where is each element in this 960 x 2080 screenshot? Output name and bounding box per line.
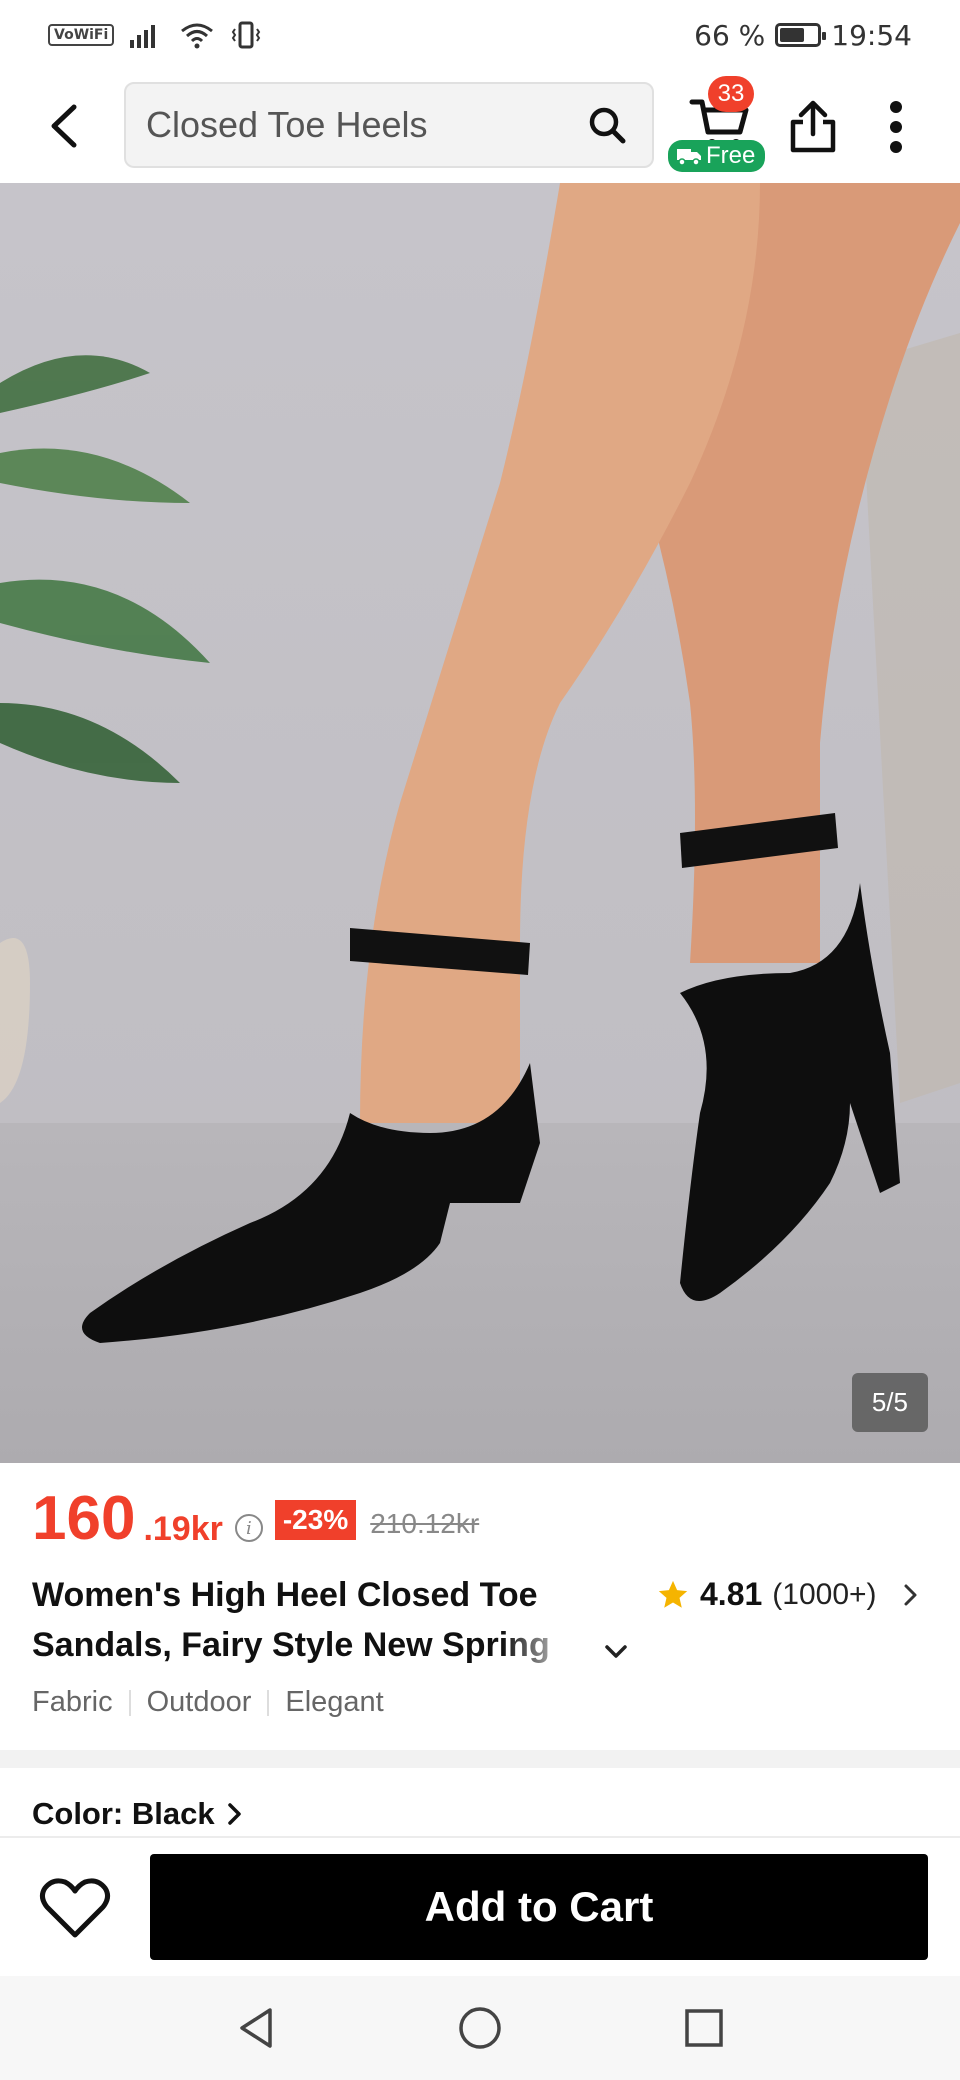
wishlist-button[interactable]	[36, 1870, 114, 1948]
nav-home-icon	[459, 2007, 501, 2049]
cart-count-badge: 33	[708, 76, 754, 112]
bottom-action-bar: Add to Cart	[0, 1836, 960, 1976]
nav-back-button[interactable]	[224, 1996, 288, 2060]
product-tags: Fabric Outdoor Elegant	[32, 1686, 384, 1719]
rating-summary[interactable]: 4.81 (1000+)	[656, 1576, 925, 1613]
search-query: Closed Toe Heels	[146, 104, 428, 145]
add-to-cart-button[interactable]: Add to Cart	[150, 1854, 928, 1960]
free-shipping-tag: Free	[668, 140, 766, 172]
vibrate-icon	[232, 21, 261, 49]
free-shipping-label: Free	[706, 142, 756, 169]
back-arrow-icon	[51, 104, 77, 148]
color-selector[interactable]: Color: Black	[32, 1796, 243, 1832]
star-icon	[658, 1580, 688, 1608]
tag-fabric: Fabric	[32, 1686, 113, 1718]
image-counter: 5/5	[851, 1373, 928, 1432]
nav-home-button[interactable]	[448, 1996, 512, 2060]
rating-count: (1000+)	[772, 1577, 877, 1611]
tag-outdoor: Outdoor	[146, 1686, 252, 1718]
heart-icon	[39, 1878, 111, 1938]
product-image[interactable]: 5/5	[0, 183, 960, 1463]
clock: 19:54	[831, 18, 912, 52]
vowifi-badge: VoWiFi	[48, 24, 115, 46]
discount-badge: -23%	[274, 1500, 357, 1540]
product-title[interactable]: Women's High Heel Closed Toe Sandals, Fa…	[32, 1570, 642, 1684]
search-icon	[589, 107, 626, 144]
title-fade-overlay	[502, 1620, 592, 1670]
signal-icon	[130, 25, 156, 48]
share-icon	[790, 100, 836, 153]
more-options-button[interactable]	[866, 92, 926, 162]
nav-recents-icon	[685, 2009, 723, 2047]
section-divider	[0, 1750, 960, 1768]
cart-button[interactable]: 33 Free	[668, 76, 768, 172]
price-row: 160 .19kr i -23% 210.12kr	[32, 1480, 479, 1550]
price-decimal: .19kr	[143, 1510, 223, 1549]
chevron-right-icon	[904, 1584, 917, 1605]
nav-recents-button[interactable]	[672, 1996, 736, 2060]
color-label: Color: Black	[32, 1796, 215, 1831]
tag-separator	[267, 1689, 270, 1716]
rating-chevron	[897, 1577, 925, 1613]
back-button[interactable]	[24, 86, 104, 166]
header: Closed Toe Heels 33 Free	[0, 70, 960, 182]
wifi-icon	[181, 23, 214, 49]
chevron-right-icon	[227, 1803, 241, 1825]
product-title-line1: Women's High Heel Closed Toe	[32, 1576, 538, 1614]
share-button[interactable]	[778, 92, 848, 162]
battery-icon	[775, 23, 827, 47]
tag-separator	[128, 1689, 131, 1716]
search-button[interactable]	[582, 100, 632, 150]
chevron-down-icon	[605, 1645, 627, 1658]
original-price: 210.12kr	[370, 1508, 480, 1539]
info-icon[interactable]: i	[234, 1514, 263, 1542]
truck-icon	[677, 149, 701, 166]
nav-back-icon	[240, 2008, 272, 2048]
status-bar: VoWiFi 66 % 19:54	[0, 0, 960, 70]
battery-fill	[780, 28, 805, 42]
status-left: VoWiFi	[48, 21, 262, 49]
product-photo-illustration	[0, 183, 960, 1343]
product-title-line2-wrap: Sandals, Fairy Style New Spring	[32, 1620, 592, 1670]
more-vertical-icon	[890, 101, 902, 153]
battery-percent: 66 %	[694, 18, 766, 52]
status-right: 66 % 19:54	[694, 19, 912, 52]
search-input[interactable]: Closed Toe Heels	[124, 82, 654, 168]
plant-decoration	[0, 355, 210, 1103]
product-title-line2: Sandals, Fairy Style New Spring	[32, 1626, 550, 1664]
rating-value: 4.81	[700, 1576, 763, 1612]
system-nav-bar	[0, 1976, 960, 2080]
expand-title-button[interactable]	[598, 1634, 634, 1670]
price-integer: 160	[32, 1484, 136, 1553]
tag-elegant: Elegant	[285, 1686, 384, 1718]
